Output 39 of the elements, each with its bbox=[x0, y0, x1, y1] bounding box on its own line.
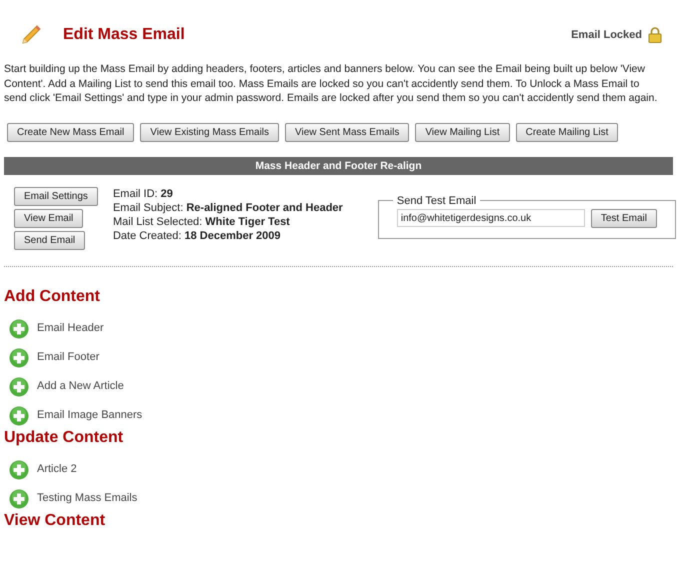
test-email-button[interactable]: Test Email bbox=[590, 208, 657, 228]
detail-label: Date Created: bbox=[112, 230, 182, 242]
nav-button[interactable]: View Existing Mass Emails bbox=[140, 122, 280, 142]
add-icon bbox=[9, 318, 29, 338]
content-link[interactable]: Add a New Article bbox=[37, 378, 124, 395]
content-link[interactable]: Email Header bbox=[37, 320, 104, 337]
add-icon bbox=[9, 488, 29, 508]
content-link[interactable]: Email Footer bbox=[37, 349, 100, 366]
lock-status: Email Locked bbox=[571, 28, 642, 43]
content-link[interactable]: Article 2 bbox=[37, 461, 77, 478]
nav-button[interactable]: Create New Mass Email bbox=[7, 122, 134, 142]
add-icon bbox=[9, 406, 29, 426]
detail-value: Re-aligned Footer and Header bbox=[186, 202, 343, 214]
page-title: Edit Mass Email bbox=[63, 25, 185, 45]
detail-value: 18 December 2009 bbox=[184, 230, 281, 242]
pencil-icon bbox=[20, 24, 42, 46]
action-button[interactable]: View Email bbox=[14, 208, 84, 228]
section-heading: Add Content bbox=[4, 288, 101, 306]
content-link[interactable]: Testing Mass Emails bbox=[37, 490, 138, 507]
nav-button[interactable]: Create Mailing List bbox=[516, 122, 618, 142]
add-icon bbox=[9, 376, 29, 396]
detail-label: Email ID: bbox=[112, 188, 158, 200]
email-input[interactable]: info@whitetigerdesigns.co.uk bbox=[396, 209, 585, 228]
section-heading: Update Content bbox=[4, 428, 124, 446]
action-button[interactable]: Email Settings bbox=[14, 186, 98, 206]
panel-title-bar: Mass Header and Footer Re-align bbox=[4, 156, 673, 174]
section-heading: View Content bbox=[4, 512, 106, 530]
detail-value: White Tiger Test bbox=[205, 216, 290, 228]
nav-button[interactable]: View Mailing List bbox=[415, 122, 510, 142]
action-button[interactable]: Send Email bbox=[14, 230, 86, 250]
detail-value: 29 bbox=[160, 188, 173, 200]
group-legend: Send Test Email bbox=[392, 192, 480, 209]
nav-button[interactable]: View Sent Mass Emails bbox=[285, 122, 410, 142]
content-link[interactable]: Email Image Banners bbox=[37, 407, 142, 424]
detail-label: Mail List Selected: bbox=[112, 216, 202, 228]
intro-paragraph: Start building up the Mass Email by adding headers, footers, articles and banners below. You can see the Email being built up below 'View Content'. Add a Mailing List to send this email too. Mass Emails are locked so you can't accidently send them. To Unlock a Mass Email to send click 'Email Settings' and type in your admin password. Emails are locked after you send them so you can't accidently send them again. bbox=[4, 62, 658, 106]
detail-label: Email Subject: bbox=[112, 202, 184, 214]
add-icon bbox=[9, 460, 29, 480]
add-icon bbox=[9, 348, 29, 368]
